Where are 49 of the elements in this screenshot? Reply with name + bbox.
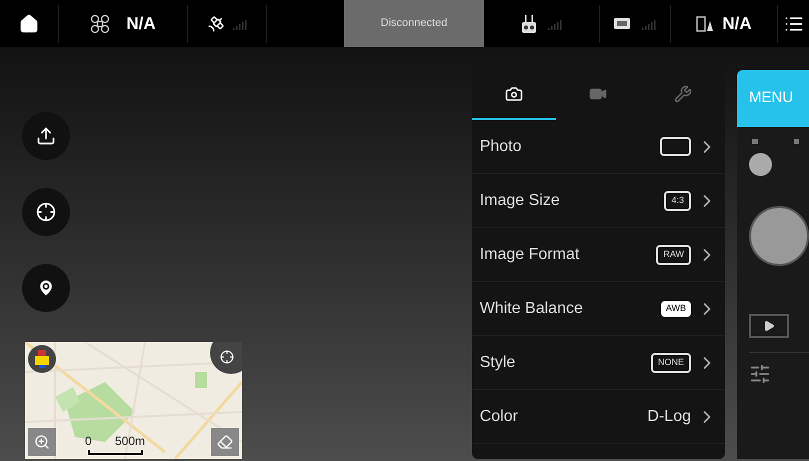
playback-button[interactable] — [749, 314, 789, 338]
connection-status: Disconnected — [344, 0, 484, 47]
erase-button[interactable] — [211, 428, 239, 456]
sliders-icon[interactable] — [749, 363, 771, 385]
drone-icon — [90, 14, 110, 34]
battery-status: N/A — [722, 12, 752, 35]
remote-controller-icon — [522, 14, 536, 32]
setting-row[interactable]: Image Format RAW — [472, 228, 725, 282]
home-point-button[interactable] — [22, 264, 70, 312]
setting-label: Photo — [480, 136, 523, 156]
crosshair-icon — [220, 350, 234, 364]
setting-row[interactable]: Image Size 4:3 — [472, 174, 725, 228]
setting-value: D-Log — [647, 406, 691, 426]
home-icon[interactable] — [19, 14, 39, 34]
upload-icon — [36, 126, 56, 146]
hd-icon — [614, 18, 630, 29]
scale-label: 0 — [85, 433, 92, 450]
zoom-button[interactable] — [28, 428, 56, 456]
play-icon — [763, 320, 775, 332]
lock-icon — [35, 350, 49, 368]
capture-mode-button[interactable] — [749, 153, 772, 176]
aircraft-status: N/A — [126, 12, 156, 35]
scale-label: 500m — [114, 433, 145, 450]
crosshair-icon — [36, 202, 56, 222]
value-badge: AWB — [660, 300, 691, 316]
return-home-button[interactable] — [22, 188, 70, 236]
scale-bar — [88, 450, 143, 455]
value-badge: NONE — [650, 352, 691, 372]
setting-row[interactable]: White Balance AWB — [472, 282, 725, 336]
setting-label: Color — [480, 406, 519, 426]
setting-label: White Balance — [480, 298, 584, 318]
setting-label: Style — [480, 352, 516, 372]
value-badge: 4:3 — [664, 190, 691, 210]
signal-icon — [642, 18, 656, 30]
zoom-in-icon — [34, 434, 50, 450]
setting-row[interactable]: Color D-Log — [472, 390, 725, 444]
takeoff-button[interactable] — [22, 112, 70, 160]
signal-icon — [548, 18, 562, 30]
signal-icon — [233, 18, 247, 30]
setting-row[interactable]: Style NONE — [472, 336, 725, 390]
eraser-icon — [217, 434, 233, 450]
wrench-icon — [674, 85, 692, 103]
value-badge: RAW — [656, 244, 691, 264]
setting-label: Image Size — [480, 190, 561, 210]
format-box — [660, 137, 691, 156]
satellite-icon — [207, 14, 225, 32]
setting-label: Image Format — [480, 244, 580, 264]
setting-row[interactable]: Photo — [472, 120, 725, 174]
camera-icon — [504, 85, 523, 103]
